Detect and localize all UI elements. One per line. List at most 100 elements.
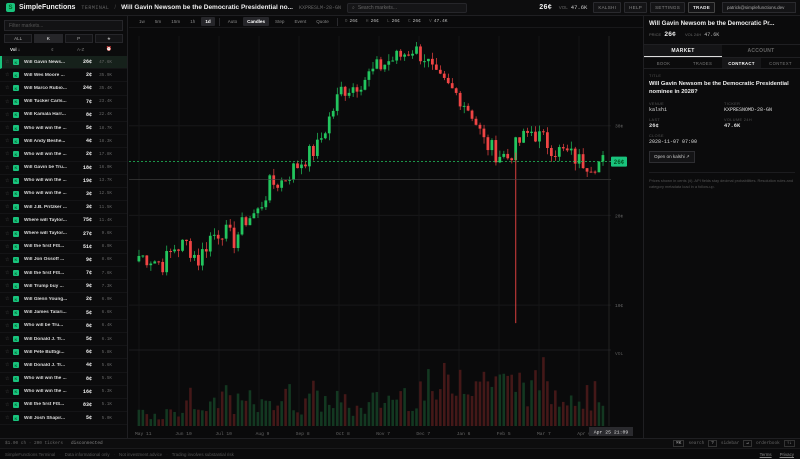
star-icon[interactable]: ☆ <box>5 151 13 157</box>
star-icon[interactable]: ☆ <box>5 283 13 289</box>
star-icon[interactable]: ☆ <box>5 59 13 65</box>
star-icon[interactable]: ☆ <box>5 270 13 276</box>
market-list-item[interactable]: ☆ K Who will win the ... 5¢ 18.7K <box>0 122 127 136</box>
market-list-item[interactable]: ☆ K Will Wes Moore ... 2¢ 35.9K <box>0 69 127 83</box>
candle-body <box>549 148 553 157</box>
market-list-item[interactable]: ☆ K Who will be Tru... 8¢ 6.4K <box>0 320 127 333</box>
market-list-item[interactable]: ☆ K Will Gavin be Tru... 18¢ 16.0K <box>0 162 127 175</box>
star-icon[interactable]: ☆ <box>5 178 13 184</box>
search-input[interactable]: ⌕ Search markets... <box>347 2 467 13</box>
tab-account[interactable]: ACCOUNT <box>722 45 800 57</box>
style-candles[interactable]: Candles <box>243 17 270 26</box>
filter-tab-starred[interactable]: ★ <box>94 34 123 43</box>
star-icon[interactable]: ☆ <box>5 99 13 105</box>
volume-bar <box>320 411 323 426</box>
filter-tab-polymarket[interactable]: P <box>64 34 93 43</box>
star-icon[interactable]: ☆ <box>5 389 13 395</box>
market-list-item[interactable]: ☆ K Who will win the ... 3¢ 12.5K <box>0 188 127 202</box>
market-list-item[interactable]: ☆ K Who will win the ... 16¢ 5.3K <box>0 386 127 399</box>
chart-svg[interactable]: 26¢ 30¢ 20¢ 10¢ VOL May 11 Jun 10 Jul 10 Aug 9 Se… <box>129 28 643 438</box>
filter-tab-kalshi[interactable]: K <box>34 34 63 43</box>
range-1d[interactable]: 1d <box>201 17 215 26</box>
star-icon[interactable]: ☆ <box>5 85 13 91</box>
open-on-kalshi-link[interactable]: Open on kalshi ↗ <box>649 151 695 163</box>
market-list-item[interactable]: ☆ K Will Kamala Harr... 8¢ 22.4K <box>0 109 127 122</box>
range-15m[interactable]: 15m <box>167 17 184 26</box>
star-icon[interactable]: ☆ <box>5 323 13 329</box>
candle-body <box>141 255 145 257</box>
tab-market[interactable]: MARKET <box>644 45 722 57</box>
user-account[interactable]: patrick@simplefunctions.dev <box>722 2 796 13</box>
star-icon[interactable]: ☆ <box>5 72 13 78</box>
star-icon[interactable]: ☆ <box>5 165 13 171</box>
market-list-item[interactable]: ☆ K Will the first FIS... 83¢ 5.1K <box>0 399 127 413</box>
market-list-item[interactable]: ☆ K Who will win the ... 19¢ 13.7K <box>0 175 127 188</box>
star-icon[interactable]: ☆ <box>5 138 13 144</box>
market-list-item[interactable]: ☆ K Will the first FIS... 7¢ 7.6K <box>0 267 127 281</box>
filter-tab-all[interactable]: ALL <box>4 34 33 43</box>
market-list-item[interactable]: ☆ K Where will Taylor... 27¢ 9.6K <box>0 227 127 241</box>
market-list-item[interactable]: ☆ K Will Jon Ossoff ... 9¢ 8.6K <box>0 254 127 267</box>
range-1h[interactable]: 1h <box>186 17 199 26</box>
market-list-item[interactable]: ☆ K Will James Talari... 5¢ 6.6K <box>0 307 127 320</box>
market-list-item[interactable]: ☆ K Who will win the ... 2¢ 17.8K <box>0 148 127 162</box>
style-event[interactable]: Event <box>290 17 310 26</box>
star-icon[interactable]: ☆ <box>5 376 13 382</box>
tab-contract[interactable]: CONTRACT <box>722 58 761 68</box>
trade-button[interactable]: TRADE <box>688 2 715 13</box>
star-icon[interactable]: ☆ <box>5 257 13 263</box>
sort-expiry[interactable]: ⏰ <box>95 46 123 52</box>
star-icon[interactable]: ☆ <box>5 231 13 237</box>
sort-price[interactable]: ¢ <box>38 47 66 52</box>
price-chart[interactable]: 26¢ 30¢ 20¢ 10¢ VOL May 11 Jun 10 Jul 10 Aug 9 Se… <box>129 28 643 438</box>
market-list-item[interactable]: ☆ K Will the first FIS... 51¢ 8.9K <box>0 241 127 254</box>
market-list-item[interactable]: ☆ K Will Donald J. Tr... 5¢ 6.1K <box>0 333 127 347</box>
style-step[interactable]: Step <box>271 17 288 26</box>
market-list-item[interactable]: ☆ K Will Donald J. Tr... 4¢ 5.6K <box>0 359 127 373</box>
star-icon[interactable]: ☆ <box>5 217 13 223</box>
tab-book[interactable]: BOOK <box>644 58 683 68</box>
market-list-item[interactable]: ☆ K Will J.B. Pritzker ... 3¢ 11.5K <box>0 201 127 215</box>
filter-input[interactable]: Filter markets... <box>4 20 123 31</box>
star-icon[interactable]: ☆ <box>5 191 13 197</box>
candle-body <box>438 69 442 74</box>
market-list-item[interactable]: ☆ K Where will Taylor... 75¢ 11.4K <box>0 214 127 228</box>
market-list-item[interactable]: ☆ K Will Pete Buttigi... 6¢ 5.8K <box>0 346 127 360</box>
star-icon[interactable]: ☆ <box>5 310 13 316</box>
market-list-item[interactable]: ☆ K Will Josh Shapir... 5¢ 5.0K <box>0 412 127 426</box>
panel-price-label: PRICE <box>649 32 662 37</box>
star-icon[interactable]: ☆ <box>5 204 13 210</box>
star-icon[interactable]: ☆ <box>5 336 13 342</box>
star-icon[interactable]: ☆ <box>5 125 13 131</box>
candle-body <box>478 124 482 129</box>
market-list-item[interactable]: ☆ K Will Tucker Carls... 7¢ 23.4K <box>0 96 127 109</box>
star-icon[interactable]: ☆ <box>5 402 13 408</box>
help-button[interactable]: HELP <box>624 2 648 13</box>
venue-badge[interactable]: KALSHI <box>593 2 622 13</box>
style-quote[interactable]: Quote <box>312 17 333 26</box>
settings-button[interactable]: SETTINGS <box>650 2 685 13</box>
terms-link[interactable]: Terms <box>760 452 772 457</box>
style-auto[interactable]: Auto <box>224 17 241 26</box>
star-icon[interactable]: ☆ <box>5 362 13 368</box>
star-icon[interactable]: ☆ <box>5 415 13 421</box>
market-list-item[interactable]: ☆ K Will Gavin News... 26¢ 47.6K <box>0 56 127 70</box>
market-list-item[interactable]: ☆ K Will Glenn Young... 2¢ 6.9K <box>0 293 127 307</box>
sort-alpha[interactable]: A-Z <box>67 47 95 52</box>
kalshi-icon: K <box>13 270 19 277</box>
star-icon[interactable]: ☆ <box>5 112 13 118</box>
market-list-item[interactable]: ☆ K Will Andy Beshe... 4¢ 18.3K <box>0 135 127 149</box>
star-icon[interactable]: ☆ <box>5 349 13 355</box>
candle-body <box>359 89 363 92</box>
market-list-item[interactable]: ☆ K Will Marco Rubio... 24¢ 35.4K <box>0 82 127 96</box>
star-icon[interactable]: ☆ <box>5 244 13 250</box>
market-list-item[interactable]: ☆ K Who will win the ... 8¢ 5.5K <box>0 373 127 386</box>
market-list-item[interactable]: ☆ K Will Trump buy ... 9¢ 7.3K <box>0 280 127 294</box>
tab-context[interactable]: CONTEXT <box>761 58 800 68</box>
tab-trades[interactable]: TRADES <box>683 58 722 68</box>
range-1w[interactable]: 1w <box>135 17 149 26</box>
range-5m[interactable]: 5m <box>151 17 165 26</box>
star-icon[interactable]: ☆ <box>5 296 13 302</box>
sort-volume[interactable]: Vol ↓ <box>4 47 38 52</box>
privacy-link[interactable]: Privacy <box>780 452 794 457</box>
